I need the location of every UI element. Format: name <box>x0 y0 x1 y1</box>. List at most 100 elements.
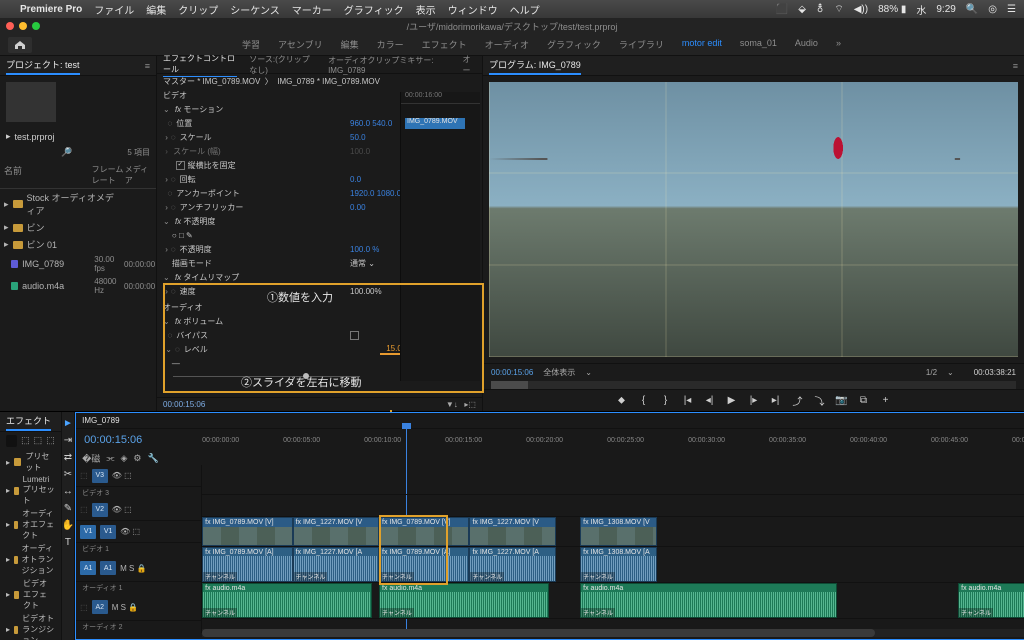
col-name[interactable]: 名前 <box>4 164 92 186</box>
snap-icon[interactable]: �磁 <box>82 452 100 465</box>
source-a1[interactable]: A1 <box>80 561 96 575</box>
fx-badge-icon[interactable]: ⬚ <box>21 435 30 447</box>
menubar-volume-icon[interactable]: ◀︎)) <box>854 4 868 15</box>
prop-opacity-section[interactable]: 不透明度 <box>183 217 215 226</box>
pen-icon[interactable]: ✎ <box>186 231 193 240</box>
menubar-wifi-icon[interactable]: ⌔ <box>834 3 843 16</box>
fx-clip[interactable]: IMG_0789.MOV <box>405 118 465 129</box>
timeline-ruler[interactable]: 00:00:00:00 00:00:05:00 00:00:10:00 00:0… <box>202 437 1024 444</box>
menu-help[interactable]: ヘルプ <box>510 2 540 17</box>
sequence-tab[interactable]: IMG_0789 <box>82 416 119 425</box>
menu-graphic[interactable]: グラフィック <box>344 2 404 17</box>
filter-icons[interactable]: ▼↓ ▸⬚ <box>446 400 476 409</box>
selection-tool[interactable]: ► <box>63 418 73 429</box>
ws-custom-2[interactable]: soma_01 <box>740 38 777 51</box>
ws-editing[interactable]: 編集 <box>341 38 359 51</box>
checkbox-aspect[interactable] <box>176 161 185 170</box>
menu-sequence[interactable]: シーケンス <box>230 2 280 17</box>
mark-in-button[interactable]: { <box>637 394 651 408</box>
program-viewport[interactable] <box>489 82 1018 357</box>
fx-item[interactable]: ▸ オーディオトランジション <box>0 542 61 577</box>
video-clip[interactable]: fx IMG_1227.MOV [V <box>293 517 379 546</box>
menubar-bluetooth-icon[interactable]: ⚨ <box>816 4 824 15</box>
go-to-in-button[interactable]: |◂ <box>681 394 695 408</box>
program-tab[interactable]: プログラム: IMG_0789 <box>489 56 581 75</box>
lift-button[interactable]: ⤴ <box>791 394 805 408</box>
menubar-time[interactable]: 9:29 <box>936 4 955 15</box>
menu-window[interactable]: ウィンドウ <box>448 2 498 17</box>
track-select-tool[interactable]: ⇥ <box>64 435 72 446</box>
ws-audio[interactable]: オーディオ <box>485 38 529 51</box>
zoom-fit[interactable]: 全体表示 <box>543 367 575 378</box>
value-blend[interactable]: 通常 <box>350 259 366 268</box>
fx-item[interactable]: ▸ オーディオエフェクト <box>0 507 61 542</box>
tab-audio-mixer[interactable]: オーディオクリップミキサー: IMG_0789 <box>328 55 450 75</box>
menubar-siri-icon[interactable]: ◎ <box>988 4 997 15</box>
ws-learn[interactable]: 学習 <box>242 38 260 51</box>
track-a2[interactable]: A2 <box>92 600 108 614</box>
play-button[interactable]: ▶ <box>725 394 739 408</box>
menubar-notifications-icon[interactable]: ☰ <box>1007 4 1016 15</box>
prop-timeremap[interactable]: タイムリマップ <box>183 273 239 282</box>
project-item[interactable]: ▸Stock オーディオメディア <box>0 189 156 219</box>
prop-scale[interactable]: スケール <box>180 133 212 142</box>
ws-custom-1[interactable]: motor edit <box>682 38 722 51</box>
ws-custom-3[interactable]: Audio <box>795 38 818 51</box>
razor-tool[interactable]: ✂ <box>64 469 72 480</box>
tab-overflow[interactable]: オー <box>463 54 477 76</box>
timeline-tc[interactable]: 00:00:15:06 <box>76 434 202 446</box>
menubar-battery[interactable]: 88% ▮ <box>878 4 906 15</box>
prop-rotation[interactable]: 回転 <box>180 175 196 184</box>
prop-motion[interactable]: モーション <box>183 105 223 114</box>
panel-menu-icon[interactable]: ≡ <box>1013 61 1018 71</box>
video-clip[interactable]: fx IMG_0789.MOV [V] <box>202 517 292 546</box>
export-frame-button[interactable]: 📷 <box>835 394 849 408</box>
audio-clip[interactable]: fx IMG_1227.MOV [Aチャンネル <box>293 547 379 582</box>
prop-opacity[interactable]: 不透明度 <box>180 245 212 254</box>
prop-antiflicker[interactable]: アンチフリッカー <box>180 203 244 212</box>
settings-icon[interactable]: ⚙ <box>133 453 141 464</box>
music-clip[interactable]: fx audio.m4aチャンネル <box>379 583 549 618</box>
video-clip[interactable]: fx IMG_0789.MOV [V] <box>379 517 469 546</box>
zoom-icon[interactable] <box>32 22 40 30</box>
music-clip[interactable]: fx audio.m4aチャンネル <box>202 583 372 618</box>
project-item[interactable]: IMG_078930.00 fps00:00:00 <box>0 253 156 275</box>
button-editor[interactable]: + <box>879 394 893 408</box>
fx-badge-icon[interactable]: ⬚ <box>34 435 43 447</box>
panel-menu-icon[interactable]: ≡ <box>145 61 150 71</box>
ws-assembly[interactable]: アセンブリ <box>278 38 323 51</box>
go-to-out-button[interactable]: ▸| <box>769 394 783 408</box>
type-tool[interactable]: T <box>65 537 71 548</box>
linked-selection-icon[interactable]: ⫘ <box>106 453 114 464</box>
ws-color[interactable]: カラー <box>377 38 404 51</box>
comparison-button[interactable]: ⧉ <box>857 394 871 408</box>
program-page[interactable]: 1/2 <box>926 368 937 377</box>
add-marker-button[interactable]: ⬥ <box>615 394 629 408</box>
project-item[interactable]: audio.m4a48000 Hz00:00:00 <box>0 275 156 297</box>
ripple-tool[interactable]: ⇄ <box>64 452 72 463</box>
extract-button[interactable]: ⤵ <box>813 394 827 408</box>
col-framerate[interactable]: フレームレート <box>92 164 125 186</box>
tab-source[interactable]: ソース:(クリップなし) <box>249 54 316 76</box>
project-thumbnail[interactable] <box>6 82 56 122</box>
track-a1[interactable]: A1 <box>100 561 116 575</box>
audio-clip[interactable]: fx IMG_1308.MOV [Aチャンネル <box>580 547 657 582</box>
ws-effects[interactable]: エフェクト <box>422 38 467 51</box>
effect-controls-timeline[interactable]: 00:00:16:00 IMG_0789.MOV <box>400 92 480 381</box>
menu-clip[interactable]: クリップ <box>178 2 218 17</box>
project-item[interactable]: ▸ビン <box>0 219 156 236</box>
menubar-day[interactable]: 水 <box>916 2 926 17</box>
audio-clip[interactable]: fx IMG_0789.MOV [A]チャンネル <box>379 547 469 582</box>
checkbox-bypass[interactable] <box>350 331 359 340</box>
slip-tool[interactable]: ↔ <box>63 486 73 497</box>
effects-tab[interactable]: エフェクト <box>6 412 51 431</box>
video-clip[interactable]: fx IMG_1227.MOV [V <box>469 517 555 546</box>
timeline-tracks[interactable]: fx IMG_0789.MOV [V]fx IMG_1227.MOV [Vfx … <box>202 465 1024 633</box>
prop-anchor[interactable]: アンカーポイント <box>176 189 240 198</box>
menu-edit[interactable]: 編集 <box>146 2 166 17</box>
effects-search[interactable] <box>6 435 17 447</box>
col-media[interactable]: メディア <box>125 164 152 186</box>
prop-level[interactable]: レベル <box>184 345 208 354</box>
prop-speed[interactable]: 速度 <box>180 287 196 296</box>
marker-icon[interactable]: ◈ <box>121 453 128 464</box>
